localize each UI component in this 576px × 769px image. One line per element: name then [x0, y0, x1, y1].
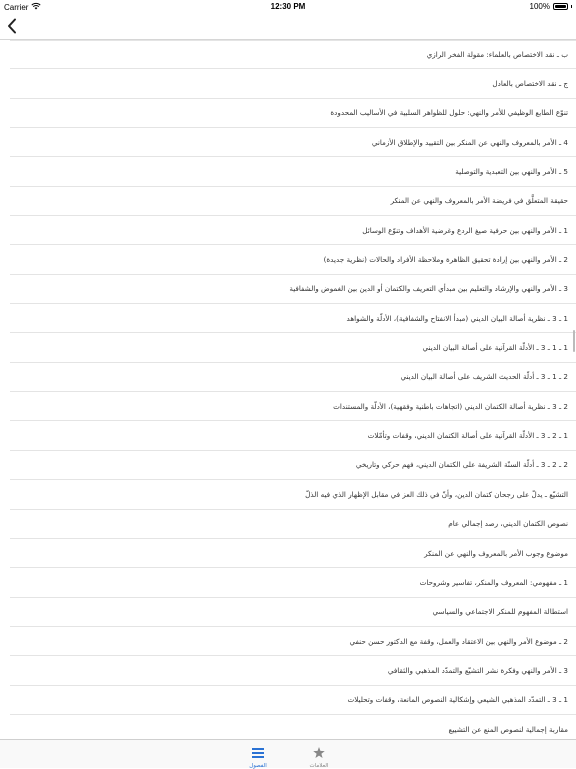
list-item-title: مقاربة إجمالية لنصوص المنع عن التشييع: [448, 724, 568, 734]
list-item[interactable]: استطالة المفهوم للمنكر الاجتماعي والسياس…: [10, 598, 576, 627]
list-item[interactable]: التشيّع ـ يدلّ على رجحان كتمان الدين، وأ…: [10, 480, 576, 510]
list-item[interactable]: 5 ـ الأمر والنهي بين التعبدية والتوصلية: [10, 157, 576, 187]
list-item[interactable]: 3 ـ الأمر والنهي وفكرة نشر التشيّع والتم…: [10, 656, 576, 686]
list-item-title: 1 ـ 2 ـ 3 ـ الأدلّة القرآنية على أصالة ا…: [367, 431, 568, 441]
chevron-left-icon: [8, 18, 16, 34]
list-item[interactable]: حقيقة المتعلَّق في فريضة الأمر بالمعروف …: [10, 187, 576, 217]
list-item-title: 1 ـ 3 ـ نظرية أصالة البيان الديني (مبدأ …: [346, 313, 568, 323]
back-button[interactable]: [5, 16, 19, 36]
list-item-title: 1 ـ 1 ـ 3 ـ الأدلّة القرآنية على أصالة ا…: [422, 343, 568, 353]
list-item-title: ب ـ نقد الاختصاص بالعلماء: مقولة الفخر ا…: [426, 50, 568, 60]
list-icon: [252, 748, 264, 758]
list-item[interactable]: 3 ـ الأمر والنهي والإرشاد والتعليم بين م…: [10, 275, 576, 305]
list-item-title: 5 ـ الأمر والنهي بين التعبدية والتوصلية: [455, 167, 568, 177]
list-item[interactable]: تنوّع الطابع الوظيفي للأمر والنهي: حلول …: [10, 99, 576, 129]
list-item[interactable]: ج ـ نقد الاختصاص بالعادل: [10, 69, 576, 99]
navigation-bar: [0, 13, 576, 40]
list-item[interactable]: 1 ـ 3 ـ نظرية أصالة البيان الديني (مبدأ …: [10, 304, 576, 334]
list-item-title: نصوص الكتمان الديني، رصد إجمالي عام: [448, 519, 568, 529]
list-item-title: التشيّع ـ يدلّ على رجحان كتمان الدين، وأ…: [305, 489, 568, 499]
battery-percent: 100%: [529, 2, 550, 11]
status-bar: Carrier 12:30 PM 100%: [0, 0, 576, 13]
tab-bar: الفصول العلامات: [0, 739, 576, 769]
tab-bookmarks-label: العلامات: [309, 763, 329, 769]
tab-chapters[interactable]: الفصول: [233, 743, 283, 769]
list-item[interactable]: 2 ـ الأمر والنهي بين إرادة تحقيق الظاهرة…: [10, 245, 576, 275]
tab-bookmarks[interactable]: العلامات: [294, 743, 344, 769]
list-item[interactable]: موضوع وجوب الأمر بالمعروف والنهي عن المن…: [10, 539, 576, 569]
tab-chapters-label: الفصول: [249, 763, 267, 769]
star-icon: [313, 747, 325, 758]
list-item-title: 1 ـ الأمر والنهي بين حرفية صيغ الردع وغر…: [362, 225, 568, 235]
list-item-title: 2 ـ 2 ـ 3 ـ أدلّة السنّة الشريفة على الك…: [355, 460, 568, 470]
list-item[interactable]: 2 ـ 1 ـ 3 ـ أدلّة الحديث الشريف على أصال…: [10, 363, 576, 393]
status-time: 12:30 PM: [270, 2, 306, 11]
list-item[interactable]: مقاربة إجمالية لنصوص المنع عن التشييع: [10, 715, 576, 740]
list-item[interactable]: ب ـ نقد الاختصاص بالعلماء: مقولة الفخر ا…: [10, 40, 576, 70]
list-item[interactable]: 1 ـ 1 ـ 3 ـ الأدلّة القرآنية على أصالة ا…: [10, 333, 576, 363]
list-item[interactable]: 1 ـ 3 ـ التمدّد المذهبي الشيعي وإشكالية …: [10, 686, 576, 715]
list-item-title: حقيقة المتعلَّق في فريضة الأمر بالمعروف …: [390, 196, 568, 206]
list-item-title: استطالة المفهوم للمنكر الاجتماعي والسياس…: [432, 607, 568, 617]
list-item-title: 3 ـ الأمر والنهي وفكرة نشر التشيّع والتم…: [387, 665, 568, 675]
list-item-title: 2 ـ 3 ـ نظرية أصالة الكتمان الديني (اتجا…: [333, 401, 568, 411]
list-item[interactable]: 1 ـ مفهومي: المعروف والمنكر، تفاسير وشرو…: [10, 568, 576, 598]
list-item-title: 2 ـ الأمر والنهي بين إرادة تحقيق الظاهرة…: [323, 255, 568, 265]
list-item[interactable]: 1 ـ الأمر والنهي بين حرفية صيغ الردع وغر…: [10, 216, 576, 246]
battery-tip: [571, 5, 572, 8]
list-item[interactable]: نصوص الكتمان الديني، رصد إجمالي عام: [10, 510, 576, 539]
list-item-title: 3 ـ الأمر والنهي والإرشاد والتعليم بين م…: [289, 284, 568, 294]
status-battery-group: 100%: [530, 2, 572, 11]
list-item[interactable]: 2 ـ موضوع الأمر والنهي بين الاعتقاد والع…: [10, 627, 576, 657]
list-item-title: 2 ـ موضوع الأمر والنهي بين الاعتقاد والع…: [349, 636, 568, 646]
list-item-title: 2 ـ 1 ـ 3 ـ أدلّة الحديث الشريف على أصال…: [400, 372, 568, 382]
list-item[interactable]: 1 ـ 2 ـ 3 ـ الأدلّة القرآنية على أصالة ا…: [10, 421, 576, 451]
list-item-title: تنوّع الطابع الوظيفي للأمر والنهي: حلول …: [330, 108, 568, 118]
list-item-title: 1 ـ 3 ـ التمدّد المذهبي الشيعي وإشكالية …: [347, 695, 568, 705]
scroll-indicator[interactable]: [573, 330, 575, 352]
list-item-title: موضوع وجوب الأمر بالمعروف والنهي عن المن…: [424, 548, 568, 558]
list-item-title: ج ـ نقد الاختصاص بالعادل: [492, 79, 568, 89]
list-item[interactable]: 2 ـ 3 ـ نظرية أصالة الكتمان الديني (اتجا…: [10, 392, 576, 422]
list-item[interactable]: 2 ـ 2 ـ 3 ـ أدلّة السنّة الشريفة على الك…: [10, 451, 576, 481]
chapters-list[interactable]: ب ـ نقد الاختصاص بالعلماء: مقولة الفخر ا…: [0, 40, 576, 740]
list-item-title: 4 ـ الأمر بالمعروف والنهي عن المنكر بين …: [371, 137, 568, 147]
list-item-title: 1 ـ مفهومي: المعروف والمنكر، تفاسير وشرو…: [419, 577, 568, 587]
battery-icon: [553, 3, 568, 10]
list-item[interactable]: 4 ـ الأمر بالمعروف والنهي عن المنكر بين …: [10, 128, 576, 158]
